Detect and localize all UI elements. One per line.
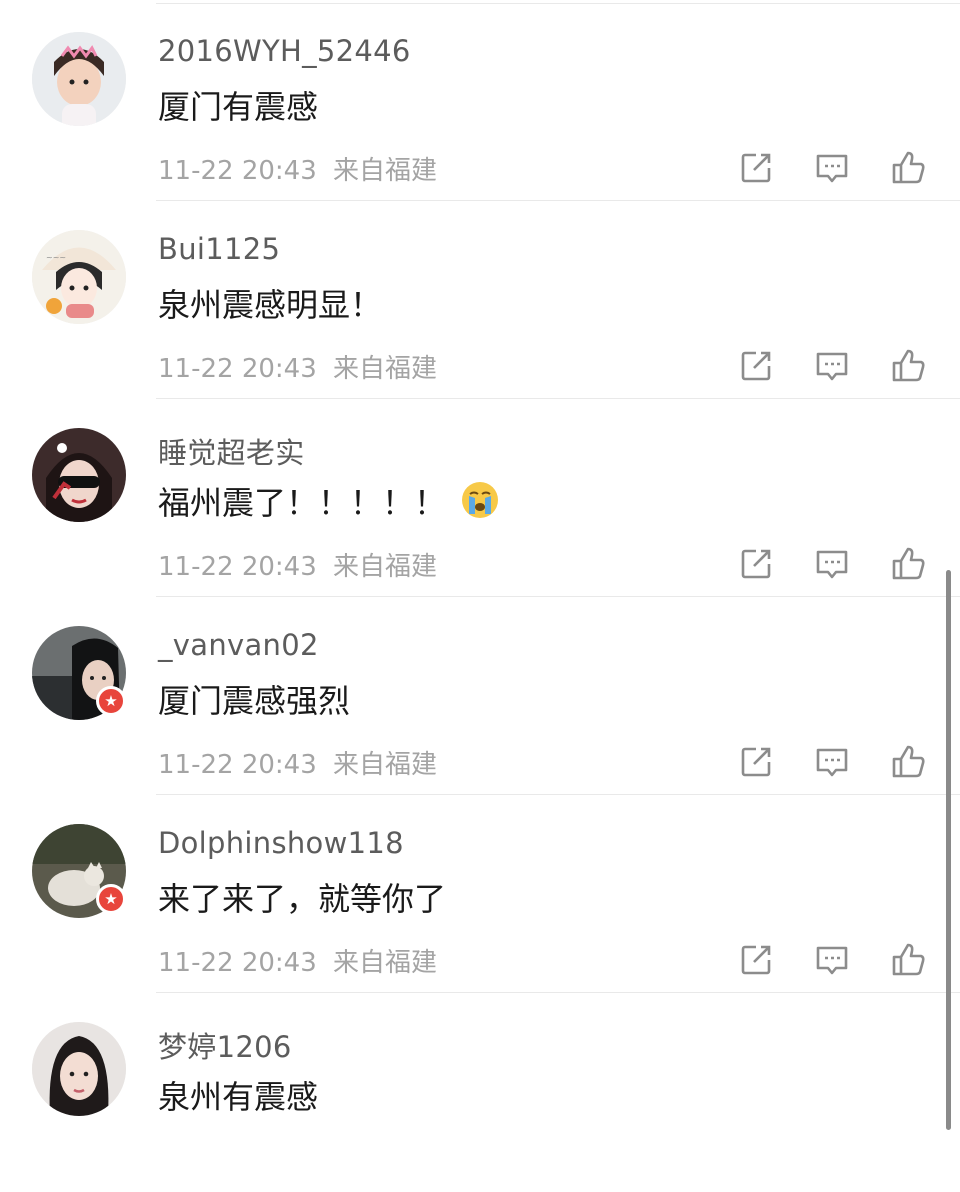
comment-text: 厦门震感强烈: [158, 682, 351, 720]
comment-text: 泉州震感明显！: [158, 286, 383, 324]
crying-face-icon: [460, 480, 500, 520]
comment-text: 厦门有震感: [158, 88, 319, 126]
divider: [156, 596, 960, 597]
location: 来自福建: [333, 750, 438, 780]
divider: [156, 794, 960, 795]
username[interactable]: 梦婷1206: [158, 1024, 292, 1066]
share-icon[interactable]: [736, 148, 776, 188]
thumbs-up-icon[interactable]: [888, 940, 928, 980]
svg-text:~~~: ~~~: [46, 253, 66, 262]
comment-icon[interactable]: [812, 544, 852, 584]
avatar[interactable]: [32, 428, 126, 522]
vip-star-icon: ★: [96, 884, 126, 914]
comment-icon[interactable]: [812, 742, 852, 782]
username[interactable]: Bui1125: [158, 232, 280, 266]
timestamp: 11-22 20:43: [158, 354, 317, 384]
share-icon[interactable]: [736, 940, 776, 980]
comment-item: ~~~ Bui1125 泉州震感明显！ 11-22 20:43 来自福建: [0, 202, 960, 400]
comment-text: 泉州有震感: [158, 1078, 319, 1116]
comment-icon[interactable]: [812, 148, 852, 188]
location: 来自福建: [333, 156, 438, 186]
comment-meta: 11-22 20:43 来自福建: [158, 942, 437, 979]
comment-meta: 11-22 20:43 来自福建: [158, 744, 437, 781]
username[interactable]: _vanvan02: [158, 628, 319, 662]
username[interactable]: 2016WYH_52446: [158, 34, 411, 68]
comment-item: ★ _vanvan02 厦门震感强烈 11-22 20:43 来自福建: [0, 598, 960, 796]
location: 来自福建: [333, 948, 438, 978]
timestamp: 11-22 20:43: [158, 948, 317, 978]
divider: [156, 200, 960, 201]
comment-meta: 11-22 20:43 来自福建: [158, 546, 437, 583]
comment-text: 福州震了！！！！！: [158, 478, 500, 524]
comment-item: 睡觉超老实 福州震了！！！！！ 11-22 20:43 来自福建: [0, 400, 960, 598]
comment-text: 来了来了，就等你了: [158, 880, 447, 918]
timestamp: 11-22 20:43: [158, 552, 317, 582]
thumbs-up-icon[interactable]: [888, 742, 928, 782]
location: 来自福建: [333, 354, 438, 384]
comment-item: 梦婷1206 泉州有震感: [0, 994, 960, 1192]
thumbs-up-icon[interactable]: [888, 346, 928, 386]
comment-meta: 11-22 20:43 来自福建: [158, 150, 437, 187]
avatar[interactable]: [32, 32, 126, 126]
timestamp: 11-22 20:43: [158, 750, 317, 780]
comment-item: 2016WYH_52446 厦门有震感 11-22 20:43 来自福建: [0, 4, 960, 202]
avatar[interactable]: [32, 1022, 126, 1116]
location: 来自福建: [333, 552, 438, 582]
thumbs-up-icon[interactable]: [888, 148, 928, 188]
share-icon[interactable]: [736, 544, 776, 584]
comment-icon[interactable]: [812, 940, 852, 980]
avatar[interactable]: ~~~: [32, 230, 126, 324]
thumbs-up-icon[interactable]: [888, 544, 928, 584]
comment-icon[interactable]: [812, 346, 852, 386]
divider: [156, 398, 960, 399]
username[interactable]: 睡觉超老实: [158, 430, 305, 472]
comment-item: ★ Dolphinshow118 来了来了，就等你了 11-22 20:43 来…: [0, 796, 960, 994]
timestamp: 11-22 20:43: [158, 156, 317, 186]
share-icon[interactable]: [736, 742, 776, 782]
scrollbar[interactable]: [946, 570, 951, 1130]
username[interactable]: Dolphinshow118: [158, 826, 404, 860]
vip-star-icon: ★: [96, 686, 126, 716]
comment-text-content: 福州震了！！！！！: [158, 484, 447, 522]
comment-meta: 11-22 20:43 来自福建: [158, 348, 437, 385]
share-icon[interactable]: [736, 346, 776, 386]
comment-list: 2016WYH_52446 厦门有震感 11-22 20:43 来自福建 ~~~…: [0, 0, 960, 1192]
divider: [156, 992, 960, 993]
